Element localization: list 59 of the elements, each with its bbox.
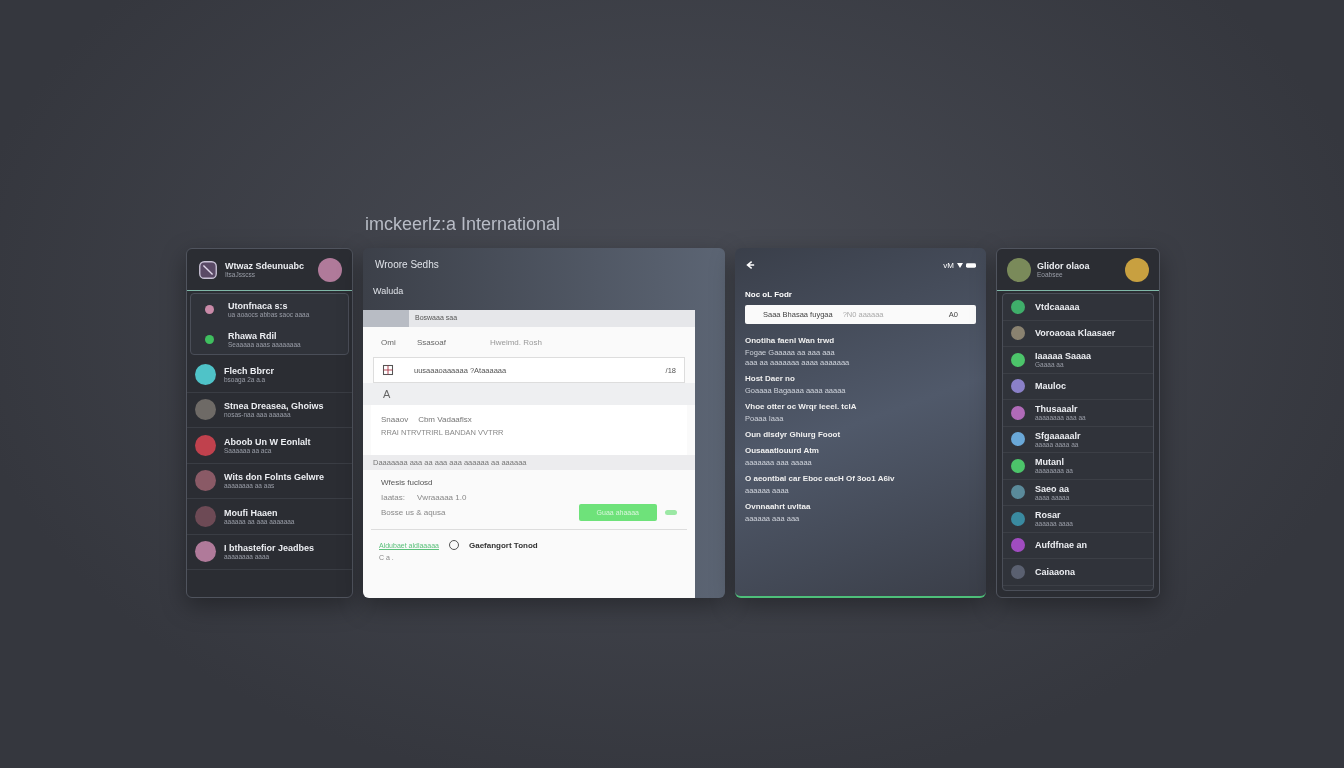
item-title: I bthastefior Jeadbes [224,543,316,554]
item-title: Aufdfnae an [1035,540,1088,551]
section-title: Oun dlsdyr Ghiurg Fooot [745,430,842,439]
panel-title: Glidor olaoa [1037,261,1091,271]
page-heading: imckeerlz:a International [365,214,562,236]
section-title: Ovnnaahrt uvltaa [745,502,812,511]
header-cell [363,310,409,327]
section-title: Ousaaatlouurd Atm [745,446,820,455]
section-label: Waluda [372,286,405,298]
item-title: Vtdcaaaaa [1035,301,1081,312]
item-title: Moufi Haaen [224,507,279,518]
section-title: Vhoe otter oc Wrqr Ieeel. tcIA [745,402,858,411]
item-title: Rosar [1035,510,1062,521]
field-label: Hweimd. Rosh [489,337,542,347]
card-label: Snaaov [381,415,409,424]
note-icon [197,258,219,281]
item-title: Wits don Folnts Gelwre [224,472,325,483]
row-label: Omi [381,337,397,347]
item-title: Flech Bbrcr [224,365,275,376]
section-title: Host Daer no [745,374,796,383]
battery-icon [966,262,976,268]
item-title: Caiaaona [1035,566,1077,577]
list-item[interactable]: Aufdfnae an [1003,532,1153,559]
avatar-icon [1125,257,1149,282]
item-title: Stnea Dreasea, Ghoiws [224,401,325,412]
item-title: Iaaaaa Saaaa [1035,351,1093,362]
list-item[interactable]: Vtdcaaaaa [1003,294,1153,321]
field-label: Ssasoaf [417,337,446,347]
panel-title: Wroore Sedhs [374,258,440,272]
section-letter: A [363,383,695,405]
card-title: Cbm Vadaaflsx [418,415,472,424]
screen-title: Noc oL Fodr [745,290,793,299]
status-text: vM [943,260,954,270]
item-title: Utonfnaca s:s [228,300,289,311]
wifi-icon [957,262,963,268]
image-icon [382,364,394,376]
avatar-icon [318,257,342,282]
list-item[interactable]: Voroaoaa Klaasaer [1003,320,1153,347]
section-title: O aeontbal car Eboc eacH Of 3oo1 A6iv [745,474,896,483]
item-title: Mutanl [1035,457,1065,468]
item-title: Thusaaalr [1035,404,1079,415]
item-title: Saeo aa [1035,483,1071,494]
item-title: Mauloc [1035,381,1067,392]
version-label: Iaatas: [381,493,405,502]
details-title: Wfesis fuclosd [381,478,434,487]
item-title: Voroaoaa Klaasaer [1035,328,1117,339]
radio-label: Gaefangort Tonod [468,540,538,550]
back-arrow-icon[interactable] [745,260,755,270]
avatar-icon [1007,257,1031,282]
version-text: Vwraaaaa 1.0 [417,493,467,502]
toggle-switch[interactable] [665,510,677,515]
item-title: Sfgaaaaalr [1035,430,1082,441]
section-title: Onotiha faenl Wan trwd [745,336,836,345]
item-title: Aboob Un W Eonlalt [224,436,312,447]
list-item[interactable]: Caiaaona [1003,559,1153,586]
info-text: Bosse us & aqusa [381,508,447,517]
panel-title: Wtwaz Sdeunuabc [225,261,305,271]
list-item[interactable]: Mauloc [1003,373,1153,400]
item-title: Rhawa Rdil [228,330,278,341]
